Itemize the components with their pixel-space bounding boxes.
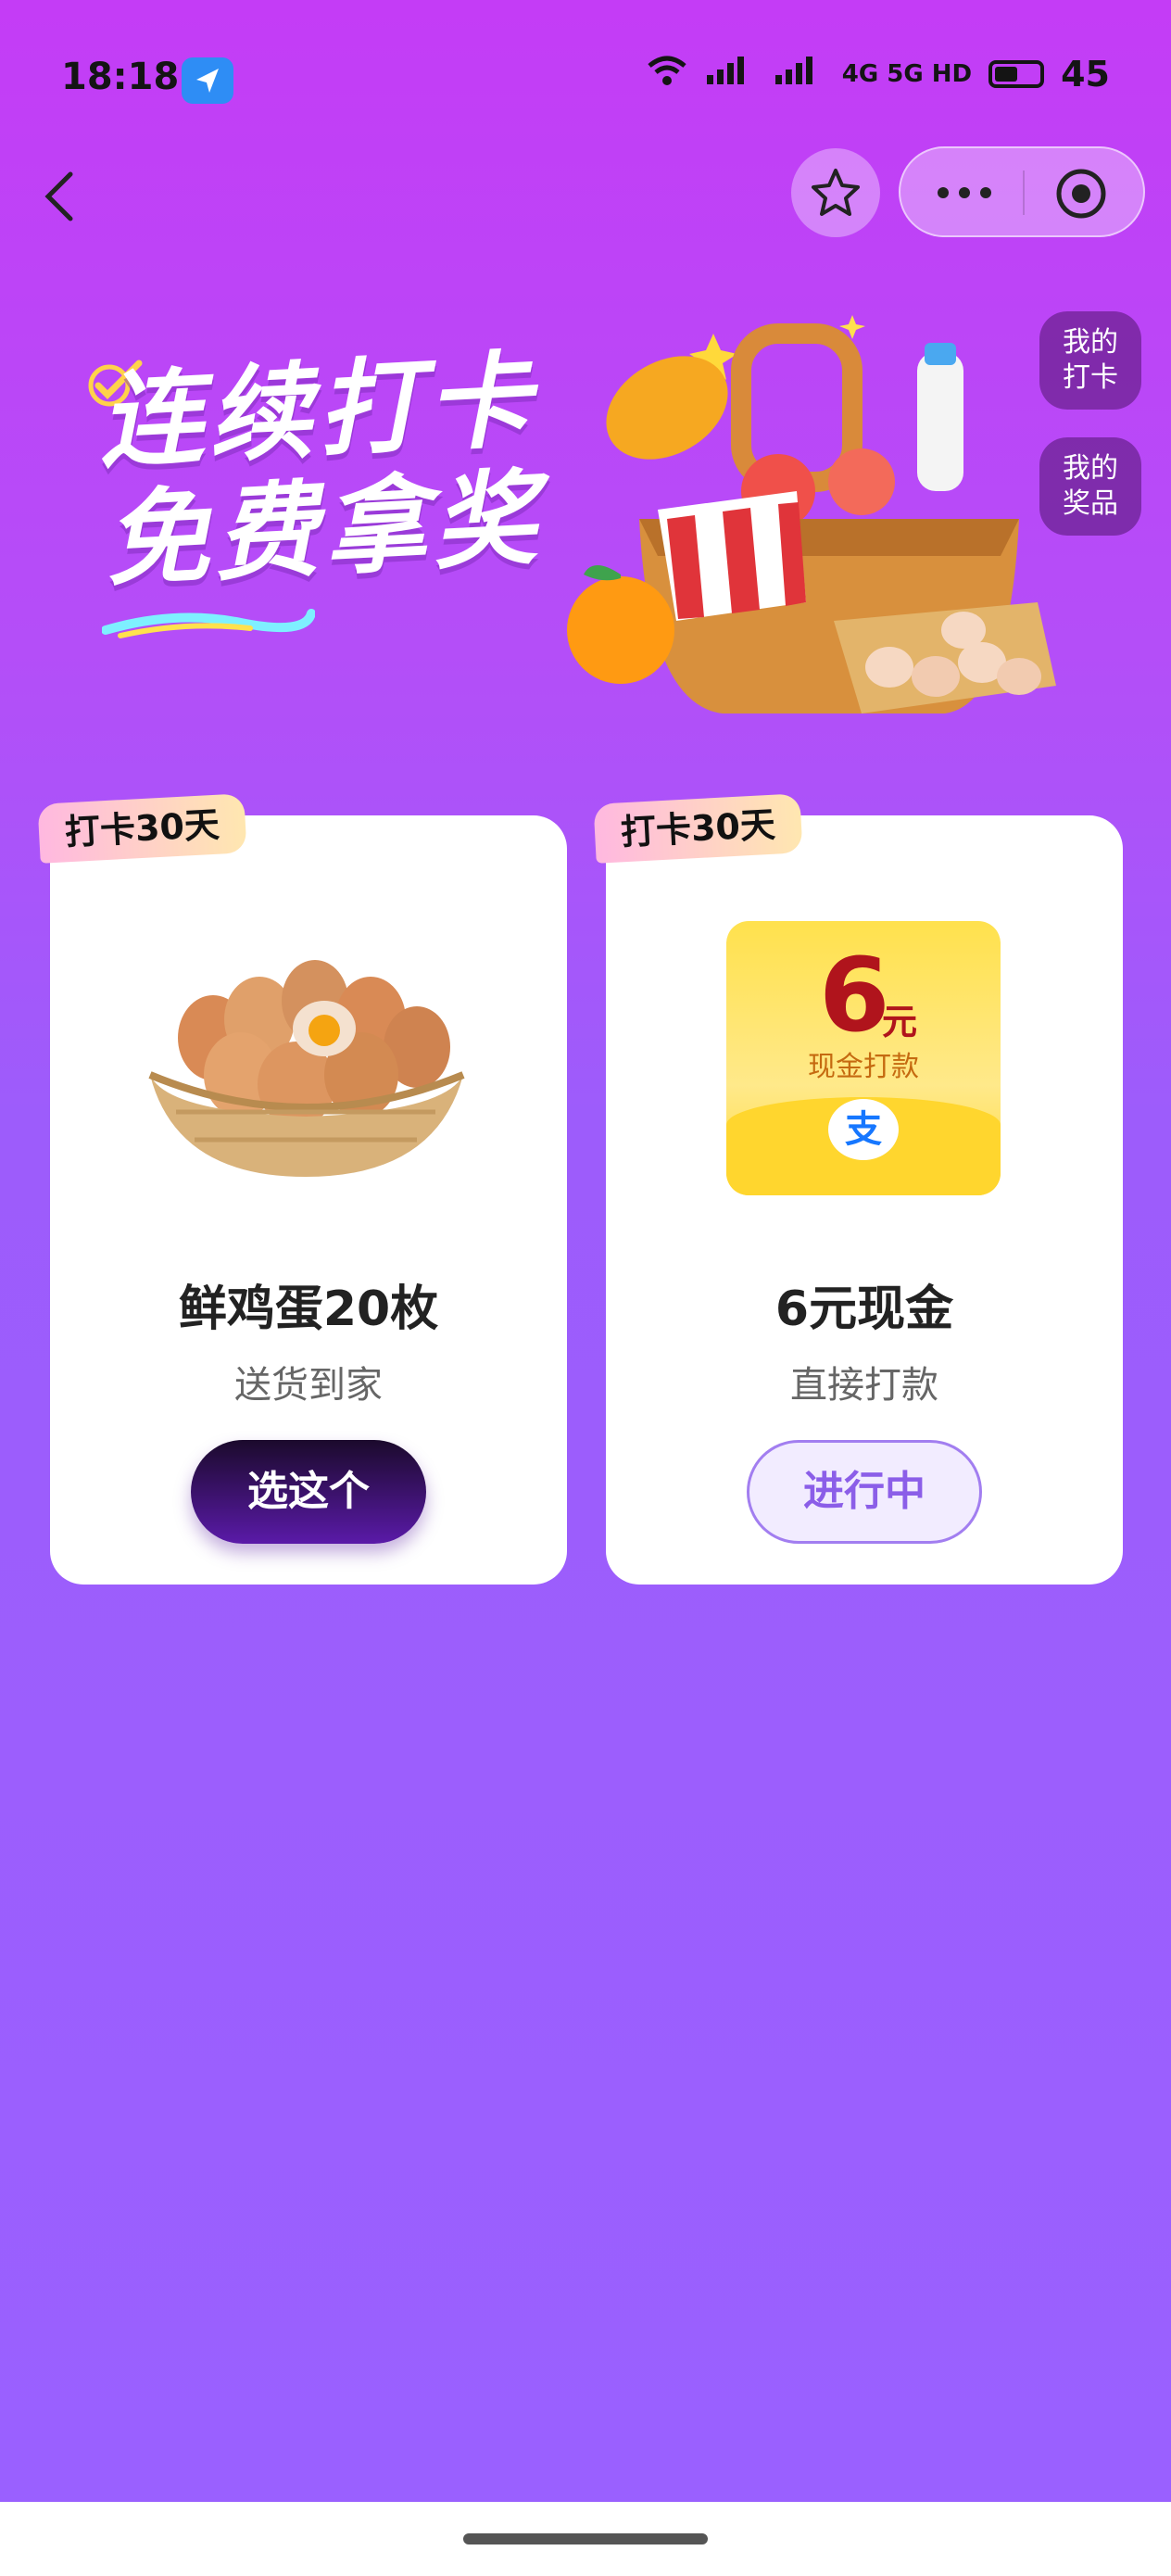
more-button[interactable] <box>932 172 997 213</box>
back-button[interactable] <box>35 167 91 222</box>
location-arrow-icon <box>182 57 233 104</box>
card-subtitle: 送货到家 <box>234 1364 383 1407</box>
wifi-icon <box>646 54 688 95</box>
card-title: 鲜鸡蛋20枚 <box>178 1282 439 1337</box>
record-target-icon <box>1056 169 1106 219</box>
battery-icon <box>988 60 1045 88</box>
in-progress-button[interactable]: 进行中 <box>747 1440 982 1544</box>
battery-level: 45 <box>1061 54 1110 95</box>
grocery-basket-illustration <box>556 297 1075 760</box>
swoosh-decoration <box>101 602 316 639</box>
cash-voucher-image: 6 元 现金打款 支 <box>726 921 1001 1195</box>
status-bar: 18:18 4G 5G HD 45 <box>0 0 1171 158</box>
close-program-button[interactable] <box>1054 167 1108 221</box>
card-title: 6元现金 <box>774 1282 954 1337</box>
checkin-days-tag: 打卡30天 <box>37 793 247 864</box>
banner-title-line2: 免费拿奖 <box>102 458 546 602</box>
egg-basket-image <box>139 927 472 1195</box>
more-dots-icon <box>938 187 991 198</box>
cash-amount: 6 <box>819 936 890 1054</box>
favorite-button[interactable] <box>791 148 880 237</box>
signal-5g-icon <box>774 54 825 95</box>
cash-unit: 元 <box>882 1002 918 1042</box>
cash-caption: 现金打款 <box>808 1051 919 1083</box>
alipay-icon: 支 <box>828 1099 899 1160</box>
status-time: 18:18 <box>61 56 180 98</box>
home-indicator[interactable] <box>463 2533 708 2544</box>
chevron-left-icon <box>44 171 73 221</box>
my-prizes-label-1: 我的 <box>1063 452 1118 485</box>
star-icon <box>812 169 860 216</box>
my-checkin-label-1: 我的 <box>1063 326 1118 359</box>
checkin-days-tag: 打卡30天 <box>593 793 803 864</box>
card-subtitle: 直接打款 <box>790 1364 938 1407</box>
my-checkin-button[interactable]: 我的 打卡 <box>1039 311 1141 410</box>
select-this-button[interactable]: 选这个 <box>191 1440 426 1544</box>
status-indicators: 4G 5G HD 45 <box>646 54 1110 95</box>
my-checkin-label-2: 打卡 <box>1063 361 1118 394</box>
mini-program-capsule <box>899 146 1145 237</box>
my-prizes-button[interactable]: 我的 奖品 <box>1039 437 1141 536</box>
banner-title: 连续打卡 免费拿奖 <box>96 340 546 602</box>
network-label: 4G 5G HD <box>841 60 973 88</box>
capsule-divider <box>1023 170 1025 215</box>
my-prizes-label-2: 奖品 <box>1063 487 1118 520</box>
signal-icon <box>705 54 757 95</box>
